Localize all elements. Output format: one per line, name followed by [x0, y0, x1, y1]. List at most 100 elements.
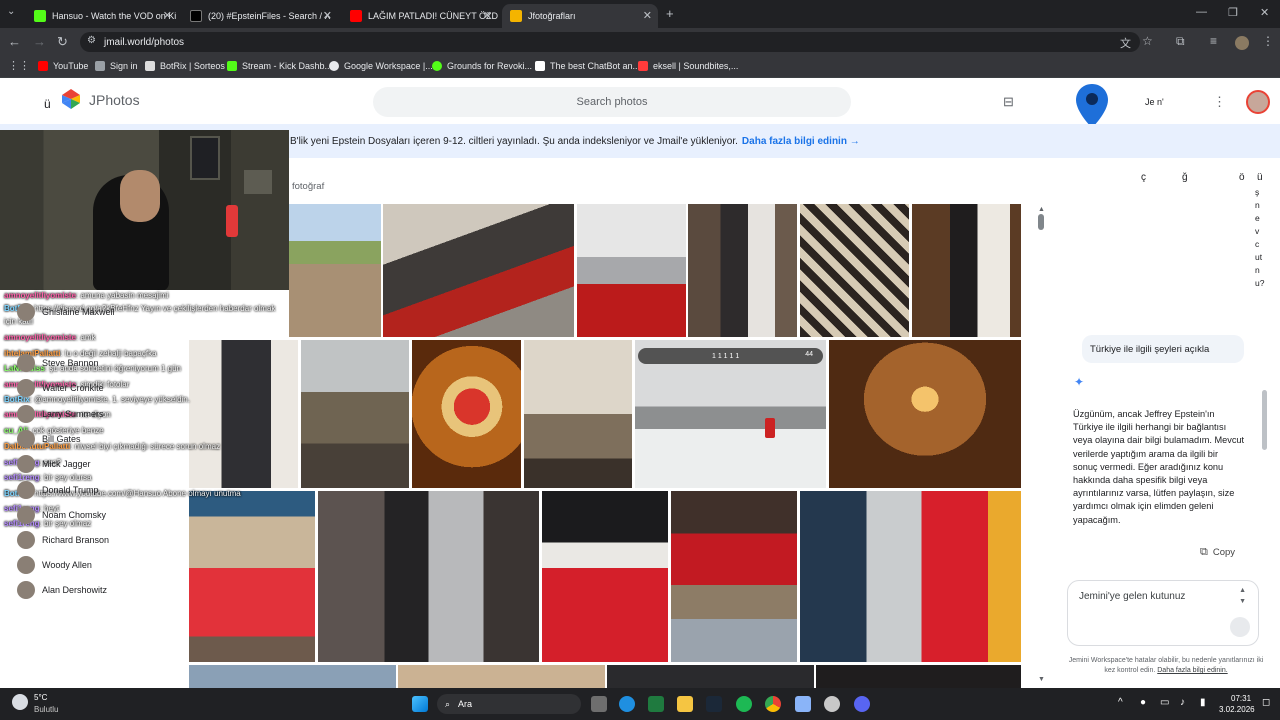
apps-grid-icon[interactable]: ⋮⋮	[8, 59, 30, 72]
app-icon[interactable]	[824, 696, 840, 712]
reload-icon[interactable]: ↻	[57, 34, 68, 50]
volume-icon[interactable]: ♪	[1180, 697, 1185, 708]
close-tab-icon[interactable]: ✕	[483, 9, 492, 22]
bookmark-youtube[interactable]: YouTube	[38, 61, 88, 71]
address-bar[interactable]: ⚙ jmail.world/photos	[80, 32, 1140, 52]
edge-icon[interactable]	[619, 696, 635, 712]
site-info-icon[interactable]: ⚙	[87, 35, 96, 46]
person-item[interactable]: Donald Trump	[17, 481, 99, 499]
scroll-up-icon[interactable]: ▲	[1038, 206, 1045, 213]
discord-icon[interactable]	[854, 696, 870, 712]
assistant-input[interactable]: Jemini'ye gelen kutunuz ▲ ▼	[1067, 580, 1259, 646]
photo-tile[interactable]: 1 1 1 1 1 44	[635, 340, 826, 488]
extensions-icon[interactable]: ⧉	[1176, 34, 1185, 49]
scroll-down-icon[interactable]: ▼	[1038, 676, 1045, 683]
bookmark-eksell[interactable]: eksell | Soundbites,...	[638, 61, 738, 71]
microphone-icon[interactable]: ●	[1140, 697, 1146, 708]
photo-tile[interactable]	[189, 665, 396, 688]
back-icon[interactable]: ←	[8, 34, 21, 49]
maximize-icon[interactable]: ❐	[1228, 6, 1238, 19]
bookmark-signin[interactable]: Sign in	[95, 61, 138, 71]
bookmark-chatbot[interactable]: The best ChatBot an...	[535, 61, 640, 71]
photo-tile[interactable]	[607, 665, 814, 688]
file-explorer-icon[interactable]	[677, 696, 693, 712]
panel-scroll-thumb[interactable]	[1262, 390, 1267, 450]
translate-icon[interactable]: 文	[1120, 35, 1131, 51]
input-scroll-arrows[interactable]: ▲ ▼	[1239, 585, 1246, 607]
person-item[interactable]: Larry Summers	[17, 405, 104, 423]
photo-tile[interactable]	[912, 204, 1021, 337]
profile-avatar[interactable]	[1235, 36, 1249, 50]
person-item[interactable]: Richard Branson	[17, 531, 109, 549]
battery-icon[interactable]: ▮	[1200, 697, 1206, 708]
media-icon[interactable]: ≡	[1210, 34, 1217, 48]
photo-tile[interactable]	[524, 340, 632, 488]
tray-chevron-icon[interactable]: ^	[1118, 697, 1123, 708]
scroll-thumb[interactable]	[1038, 214, 1044, 230]
photo-tile[interactable]	[383, 204, 574, 337]
photo-tile[interactable]	[800, 491, 1021, 662]
tab-jphotos[interactable]: Jfotoğrafları ✕	[502, 4, 658, 28]
person-item[interactable]: Walter Cronkite	[17, 379, 104, 397]
hamburger-menu[interactable]: ü	[44, 97, 51, 111]
photo-tile[interactable]	[318, 491, 539, 662]
excel-icon[interactable]	[648, 696, 664, 712]
send-button[interactable]	[1230, 617, 1250, 637]
chrome-icon[interactable]	[765, 696, 781, 712]
person-item[interactable]: Woody Allen	[17, 556, 92, 574]
clock-date[interactable]: 3.02.2026	[1219, 705, 1255, 714]
photo-tile[interactable]	[301, 340, 409, 488]
person-item[interactable]: Steve Bannon	[17, 354, 99, 372]
clock-time[interactable]: 07:31	[1231, 694, 1251, 703]
photo-tile[interactable]	[671, 491, 797, 662]
browser-menu-icon[interactable]: ⋮	[1262, 34, 1274, 48]
photo-tile[interactable]	[577, 204, 686, 337]
close-window-icon[interactable]: ✕	[1260, 6, 1269, 19]
tab-youtube[interactable]: LAĞIM PATLADI! CÜNEYT ÖZD ✕	[342, 4, 498, 28]
notification-icon[interactable]: ◻	[1262, 697, 1270, 708]
app-icon[interactable]	[795, 696, 811, 712]
photo-tile[interactable]	[189, 491, 315, 662]
spotify-icon[interactable]	[736, 696, 752, 712]
close-tab-icon[interactable]: ✕	[323, 9, 332, 22]
close-tab-icon[interactable]: ✕	[163, 9, 172, 22]
person-item[interactable]: Ghislaine Maxwell	[17, 303, 115, 321]
windows-start-icon[interactable]	[412, 696, 428, 712]
photo-tile[interactable]	[816, 665, 1021, 688]
steam-icon[interactable]	[706, 696, 722, 712]
taskbar-search[interactable]: ⌕ Ara	[437, 694, 581, 714]
forward-icon[interactable]: →	[33, 34, 46, 49]
tab-search-icon[interactable]: ⌄	[7, 6, 15, 17]
photo-tile[interactable]	[289, 204, 381, 337]
photo-grid-scrollbar[interactable]: ▲ ▼	[1038, 206, 1045, 683]
bookmark-kick[interactable]: Stream - Kick Dashb...	[227, 61, 332, 71]
photo-tile[interactable]	[829, 340, 1021, 488]
photo-tile[interactable]	[542, 491, 668, 662]
tab-kick[interactable]: Hansuo - Watch the VOD on Ki ✕	[26, 4, 178, 28]
minimize-icon[interactable]: —	[1196, 6, 1207, 18]
search-input[interactable]: Search photos	[373, 87, 851, 117]
close-tab-icon[interactable]: ✕	[643, 9, 652, 22]
person-item[interactable]: Alan Dershowitz	[17, 581, 107, 599]
copy-button[interactable]: ⧉ Copy	[1200, 546, 1235, 559]
footnote-link[interactable]: Daha fazla bilgi edinin.	[1157, 667, 1227, 674]
account-avatar[interactable]	[1246, 90, 1270, 114]
photo-tile[interactable]	[189, 340, 298, 488]
weather-icon[interactable]	[12, 694, 28, 710]
new-tab-icon[interactable]: +	[666, 6, 674, 21]
bookmark-star-icon[interactable]: ☆	[1142, 34, 1153, 48]
tab-x[interactable]: (20) #EpsteinFiles - Search / X ✕	[182, 4, 338, 28]
bookmark-google-workspace[interactable]: Google Workspace |...	[329, 61, 433, 71]
photo-tile[interactable]	[398, 665, 605, 688]
person-item[interactable]: Bill Gates	[17, 430, 81, 448]
bookmark-botrix[interactable]: BotRix | Sorteos	[145, 61, 225, 71]
person-item[interactable]: Mick Jagger	[17, 455, 91, 473]
bookmark-grounds[interactable]: Grounds for Revoki...	[432, 61, 532, 71]
photo-tile[interactable]	[688, 204, 797, 337]
photo-tile[interactable]	[800, 204, 909, 337]
banner-link[interactable]: Daha fazla bilgi edinin →	[742, 136, 860, 147]
network-icon[interactable]: ▭	[1160, 697, 1169, 708]
person-item[interactable]: Noam Chomsky	[17, 506, 106, 524]
photo-tile[interactable]	[412, 340, 521, 488]
apps-menu-icon[interactable]: ⋮	[1213, 94, 1226, 110]
